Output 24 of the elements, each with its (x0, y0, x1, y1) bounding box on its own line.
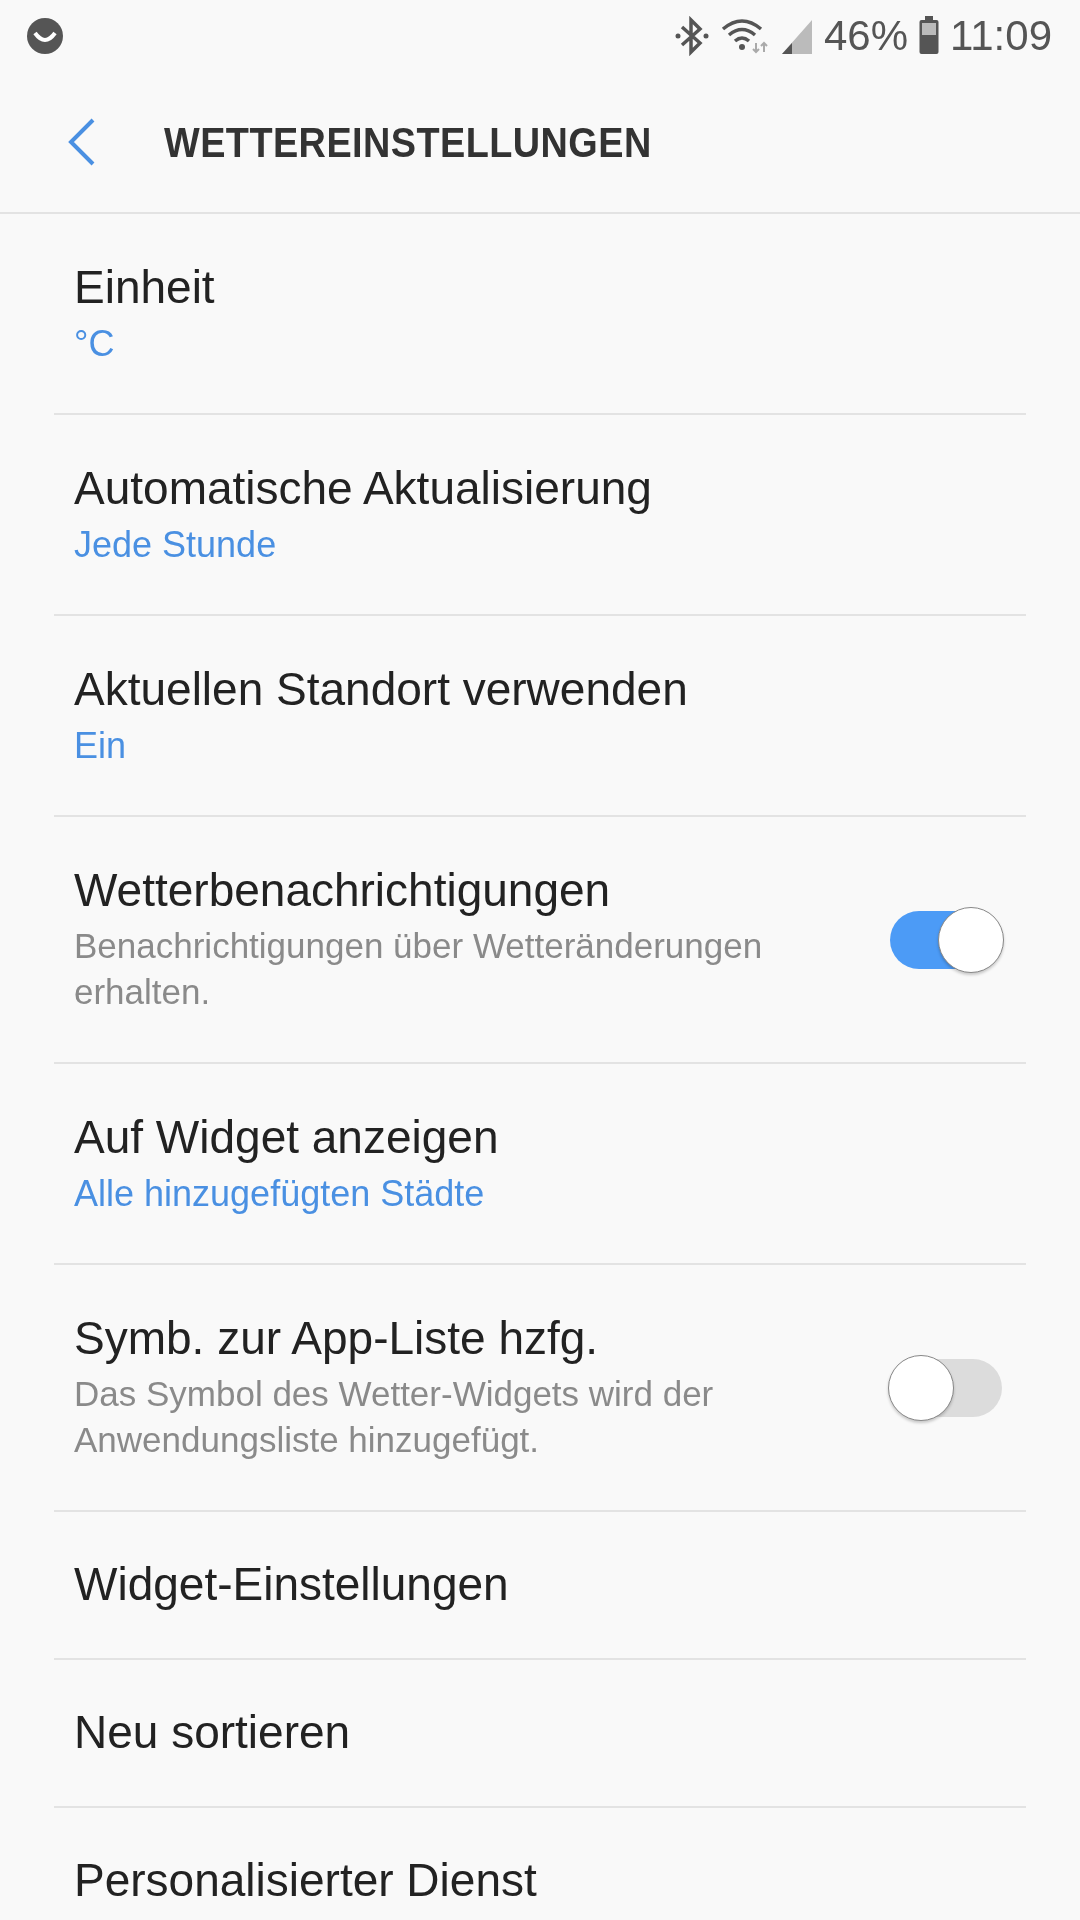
setting-description: Das Symbol des Wetter-Widgets wird der Anwendungsliste hinzugefügt. (74, 1372, 715, 1462)
battery-icon (918, 16, 940, 56)
setting-title: Personalisierter Dienst (74, 1853, 538, 1909)
setting-title: Auf Widget anzeigen (74, 1109, 500, 1165)
setting-title: Symb. zur App-Liste hzfg. (74, 1311, 600, 1367)
setting-title: Wetterbenachrichtigungen (74, 863, 612, 919)
setting-title: Automatische Aktualisierung (74, 460, 653, 516)
clock: 11:09 (950, 15, 1052, 57)
setting-title: Einheit (74, 259, 216, 315)
setting-title: Widget-Einstellungen (74, 1557, 510, 1613)
battery-percentage: 46% (823, 15, 908, 57)
bluetooth-icon (673, 16, 710, 56)
setting-value: Alle hinzugefügten Städte (74, 1171, 486, 1216)
setting-value: °C (74, 321, 116, 366)
wifi-icon (719, 16, 770, 56)
setting-description: Benachrichtigungen über Wetteränderungen erhalten. (74, 924, 764, 1014)
setting-value: Jede Stunde (74, 522, 278, 567)
app-notification-icon (26, 17, 64, 55)
screen-title: WETTEREINSTELLUNGEN (164, 116, 652, 168)
setting-title: Aktuellen Standort verwenden (74, 661, 689, 717)
signal-icon (779, 18, 814, 54)
setting-value: Ein (74, 723, 128, 768)
back-icon (66, 117, 96, 167)
setting-title: Neu sortieren (74, 1705, 352, 1761)
